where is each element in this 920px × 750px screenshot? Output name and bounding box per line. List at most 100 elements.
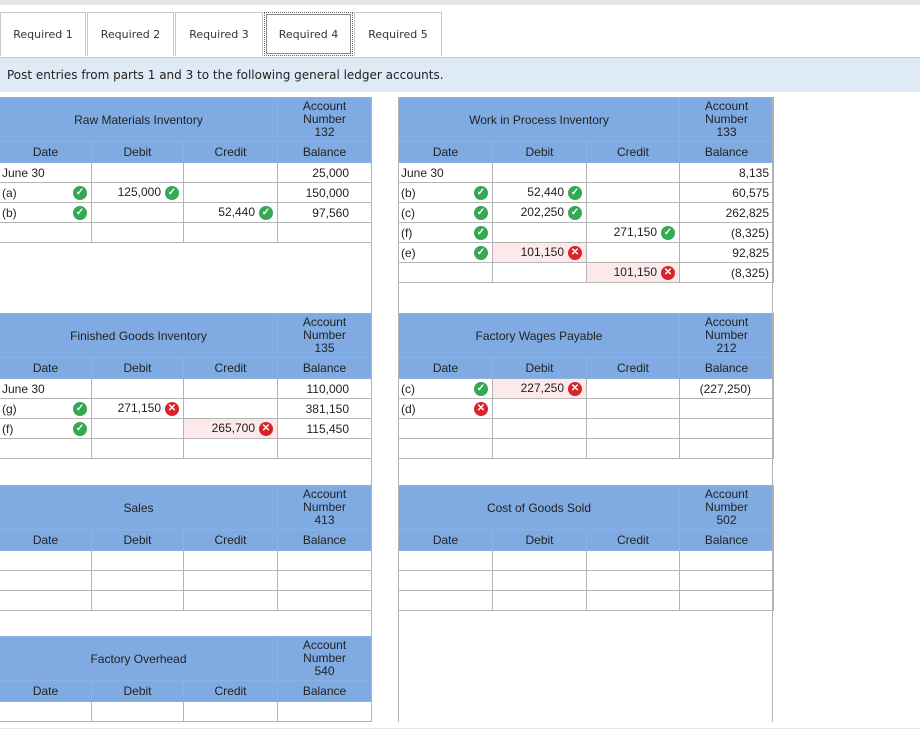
tab-required-1[interactable]: Required 1 [0, 12, 86, 56]
debit-cell[interactable] [91, 590, 184, 611]
debit-cell[interactable] [492, 262, 587, 283]
debit-cell[interactable]: 202,250 ✓ [492, 202, 587, 223]
date-cell[interactable] [398, 262, 493, 283]
debit-cell[interactable] [91, 202, 184, 223]
date-cell[interactable] [398, 590, 493, 611]
credit-cell[interactable] [183, 222, 278, 243]
balance-cell[interactable] [277, 222, 372, 243]
credit-cell[interactable] [183, 550, 278, 571]
date-cell[interactable]: (f) ✓ [398, 222, 493, 243]
debit-cell[interactable] [492, 222, 587, 243]
credit-cell[interactable] [586, 242, 680, 263]
date-cell[interactable] [398, 550, 493, 571]
balance-cell[interactable]: 25,000 [277, 162, 372, 183]
credit-cell[interactable] [183, 398, 278, 419]
tab-required-5[interactable]: Required 5 [354, 12, 442, 56]
date-cell[interactable]: June 30 [0, 162, 92, 183]
credit-cell[interactable] [586, 590, 680, 611]
date-cell[interactable] [398, 438, 493, 459]
credit-cell[interactable] [183, 438, 278, 459]
credit-cell[interactable]: 271,150 ✓ [586, 222, 680, 243]
credit-cell[interactable] [586, 550, 680, 571]
date-cell[interactable]: (a) ✓ [0, 182, 92, 203]
date-cell[interactable]: (e) ✓ [398, 242, 493, 263]
credit-cell[interactable] [586, 398, 680, 419]
credit-cell[interactable] [586, 202, 680, 223]
date-cell[interactable]: (b) ✓ [0, 202, 92, 223]
debit-cell[interactable] [492, 398, 587, 419]
date-cell[interactable]: June 30 [398, 162, 493, 183]
balance-cell[interactable] [679, 398, 774, 419]
date-cell[interactable]: (b) ✓ [398, 182, 493, 203]
balance-cell[interactable]: 97,560 [277, 202, 372, 223]
debit-cell[interactable]: 125,000 ✓ [91, 182, 184, 203]
credit-cell[interactable] [586, 378, 680, 399]
debit-cell[interactable] [91, 418, 184, 439]
debit-cell[interactable]: 101,150 ✕ [492, 242, 587, 263]
debit-cell[interactable] [492, 590, 587, 611]
debit-cell[interactable] [91, 550, 184, 571]
balance-cell[interactable]: 110,000 [277, 378, 372, 399]
credit-cell[interactable]: 101,150 ✕ [586, 262, 680, 283]
debit-cell[interactable]: 227,250 ✕ [492, 378, 587, 399]
credit-cell[interactable] [183, 590, 278, 611]
balance-cell[interactable]: 262,825 [679, 202, 774, 223]
date-cell[interactable]: (f) ✓ [0, 418, 92, 439]
date-cell[interactable] [0, 438, 92, 459]
credit-cell[interactable] [183, 570, 278, 591]
balance-cell[interactable]: (8,325) [679, 222, 774, 243]
date-cell[interactable] [398, 570, 493, 591]
date-cell[interactable]: (c) ✓ [398, 202, 493, 223]
balance-cell[interactable]: (227,250) [679, 378, 774, 399]
balance-cell[interactable] [679, 570, 774, 591]
debit-cell[interactable] [492, 438, 587, 459]
balance-cell[interactable] [679, 590, 774, 611]
credit-cell[interactable] [183, 182, 278, 203]
debit-cell[interactable] [492, 570, 587, 591]
balance-cell[interactable] [277, 550, 372, 571]
tab-required-4[interactable]: Required 4 [264, 12, 353, 56]
date-cell[interactable] [0, 590, 92, 611]
credit-cell[interactable]: 265,700 ✕ [183, 418, 278, 439]
balance-cell[interactable]: 150,000 [277, 182, 372, 203]
balance-cell[interactable] [679, 438, 774, 459]
debit-cell[interactable] [492, 550, 587, 571]
balance-cell[interactable] [277, 438, 372, 459]
balance-cell[interactable]: 8,135 [679, 162, 774, 183]
debit-cell[interactable] [91, 438, 184, 459]
debit-cell[interactable] [492, 162, 587, 183]
credit-cell[interactable]: 52,440 ✓ [183, 202, 278, 223]
date-cell[interactable] [0, 222, 92, 243]
debit-cell[interactable] [91, 162, 184, 183]
balance-cell[interactable] [679, 418, 774, 439]
debit-cell[interactable] [91, 701, 184, 722]
credit-cell[interactable] [586, 438, 680, 459]
balance-cell[interactable]: (8,325) [679, 262, 774, 283]
balance-cell[interactable]: 381,150 [277, 398, 372, 419]
credit-cell[interactable] [183, 162, 278, 183]
tab-required-2[interactable]: Required 2 [87, 12, 174, 56]
date-cell[interactable] [0, 701, 92, 722]
debit-cell[interactable]: 271,150 ✕ [91, 398, 184, 419]
balance-cell[interactable] [277, 701, 372, 722]
date-cell[interactable] [0, 570, 92, 591]
date-cell[interactable]: June 30 [0, 378, 92, 399]
credit-cell[interactable] [586, 162, 680, 183]
debit-cell[interactable]: 52,440 ✓ [492, 182, 587, 203]
balance-cell[interactable]: 60,575 [679, 182, 774, 203]
balance-cell[interactable]: 92,825 [679, 242, 774, 263]
debit-cell[interactable] [91, 570, 184, 591]
date-cell[interactable]: (g) ✓ [0, 398, 92, 419]
date-cell[interactable] [398, 418, 493, 439]
debit-cell[interactable] [492, 418, 587, 439]
credit-cell[interactable] [183, 701, 278, 722]
balance-cell[interactable] [277, 570, 372, 591]
balance-cell[interactable]: 115,450 [277, 418, 372, 439]
credit-cell[interactable] [183, 378, 278, 399]
debit-cell[interactable] [91, 222, 184, 243]
date-cell[interactable] [0, 550, 92, 571]
tab-required-3[interactable]: Required 3 [175, 12, 263, 56]
balance-cell[interactable] [277, 590, 372, 611]
date-cell[interactable]: (c) ✓ [398, 378, 493, 399]
credit-cell[interactable] [586, 570, 680, 591]
